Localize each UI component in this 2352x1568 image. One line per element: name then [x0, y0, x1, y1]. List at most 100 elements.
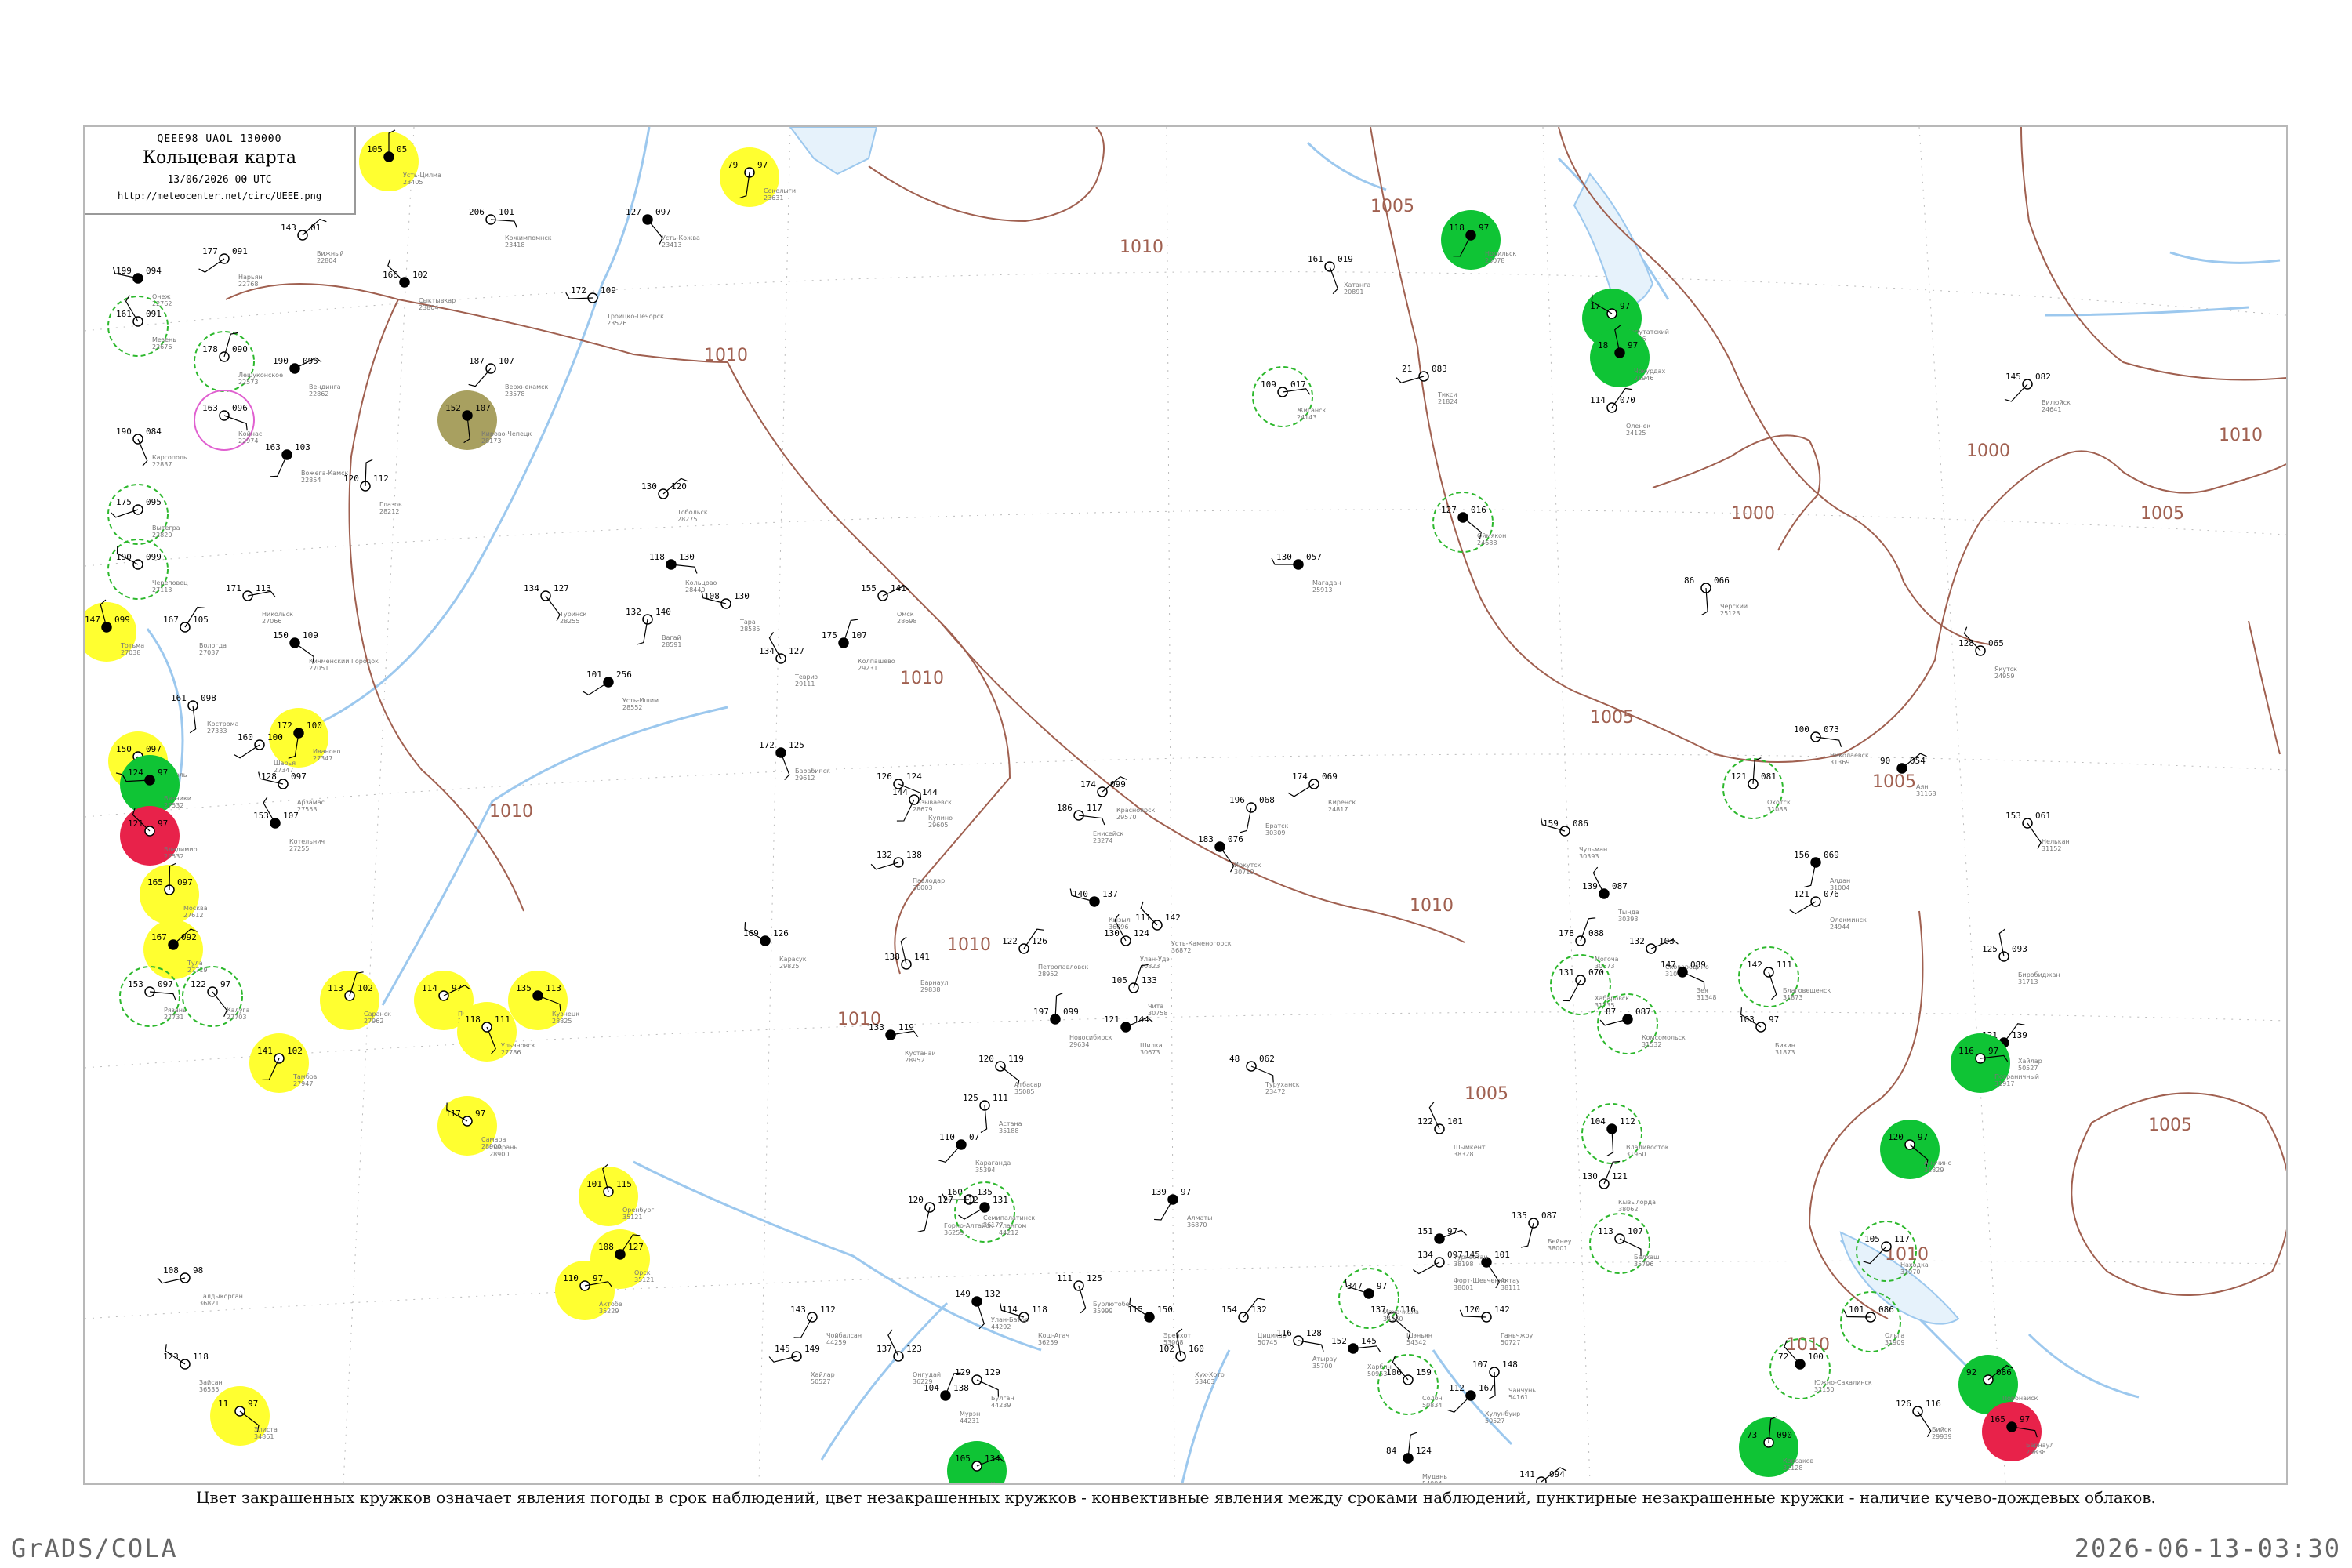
station-temperature: 130 — [1276, 552, 1292, 562]
station-pressure: 97 — [2020, 1414, 2030, 1425]
station-plot: 117 97Самара28900 — [437, 1096, 506, 1156]
station-plot: 175 107 Колпашево29231 — [822, 619, 895, 672]
station-plot: 190 095 Вендинга22862 — [273, 356, 341, 397]
station-index: 24817 — [1328, 806, 1348, 813]
station-plot: 165 97 Барнаул29838 — [1982, 1402, 2053, 1461]
station-pressure: 97 — [248, 1399, 258, 1409]
station-pressure: 103 — [295, 442, 310, 452]
station-pressure: 086 — [1996, 1367, 2012, 1377]
station-name: Ульяновск — [501, 1042, 535, 1049]
station-plot: 110 07 Караганда35394 — [938, 1132, 1011, 1174]
station-pressure: 148 — [1502, 1359, 1518, 1370]
station-name: Вагай — [662, 634, 681, 641]
station-index: 36870 — [1187, 1221, 1207, 1229]
station-index: 23274 — [1093, 837, 1112, 844]
station-temperature: 11 — [218, 1399, 228, 1409]
station-temperature: 118 — [649, 552, 665, 562]
station-pressure: 142 — [1494, 1305, 1510, 1315]
station-pressure: 131 — [993, 1195, 1008, 1205]
station-name: Улан-Удэ — [1140, 956, 1170, 963]
station-plot: 116 128 Атырау35700 — [1276, 1328, 1337, 1370]
station-pressure: 094 — [146, 266, 162, 276]
station-pressure: 127 — [789, 646, 804, 656]
station-name: Охотск — [1767, 799, 1791, 806]
station-pressure: 098 — [201, 693, 216, 703]
station-plot: 197 099 Новосибирск29634 — [1033, 992, 1112, 1048]
station-name: Нелькан — [2042, 838, 2070, 845]
station-name: Кольцово — [685, 579, 717, 586]
station-name: Арзамас — [297, 799, 325, 806]
station-index: 38111 — [1501, 1284, 1520, 1291]
station-index: 54342 — [1406, 1339, 1426, 1346]
station-index: 28212 — [379, 508, 399, 515]
station-index: 22820 — [152, 532, 172, 539]
station-temperature: 106 — [1386, 1367, 1402, 1377]
station-index: 28552 — [622, 704, 642, 711]
station-name: Карасук — [779, 956, 807, 963]
source-url[interactable]: http://meteocenter.net/circ/UEEE.png — [85, 191, 354, 201]
station-index: 27066 — [262, 618, 281, 625]
station-temperature: 108 — [704, 591, 720, 601]
station-plot: 141 102 Тамбов27947 — [249, 1033, 318, 1093]
station-name: Рязань — [164, 1007, 187, 1014]
station-temperature: 79 — [728, 160, 738, 170]
station-plot: 118 97 Норильск23078 — [1441, 210, 1516, 270]
station-temperature: 101 — [586, 670, 602, 680]
station-temperature: 175 — [822, 630, 837, 641]
station-pressure: 97 — [158, 818, 168, 829]
station-index: 28679 — [913, 806, 932, 813]
station-name: Кызылорда — [1618, 1199, 1656, 1206]
station-temperature: 144 — [892, 787, 908, 797]
station-index: 31917 — [1994, 1080, 2014, 1087]
map-caption: Цвет закрашенных кружков означает явлени… — [196, 1488, 2156, 1507]
station-temperature: 111 — [1057, 1273, 1073, 1283]
station-pressure: 099 — [1063, 1007, 1079, 1017]
station-plot: 163 103 Вожега-Камск22854 — [265, 442, 349, 484]
station-index: 44231 — [960, 1417, 979, 1425]
station-name: Вязники — [164, 795, 191, 802]
station-name: Талдыкорган — [198, 1293, 243, 1300]
station-name: Купино — [928, 815, 953, 822]
station-pressure: 97 — [452, 983, 462, 993]
station-name: Шилка — [1140, 1042, 1163, 1049]
station-pressure: 062 — [1259, 1054, 1275, 1064]
station-pressure: 107 — [283, 811, 299, 821]
station-temperature: 104 — [1590, 1116, 1606, 1127]
station-index: 31960 — [1626, 1151, 1646, 1158]
station-pressure: 083 — [1432, 364, 1447, 374]
graticule — [85, 127, 2286, 1483]
station-name: Корсаков — [1783, 1457, 1814, 1465]
station-index: 30393 — [1579, 853, 1599, 860]
station-name: Хулунбуир — [1485, 1410, 1520, 1417]
station-plot: 113 102 Саранск27962 — [320, 971, 391, 1030]
station-pressure: 138 — [906, 850, 922, 860]
station-index: 27532 — [164, 853, 183, 860]
station-temperature: 127 — [1441, 505, 1457, 515]
station-temperature: 134 — [759, 646, 775, 656]
station-plot: 145 149 Хайлар50527 — [768, 1344, 835, 1385]
station-pressure: 107 — [499, 356, 514, 366]
station-pressure: 101 — [499, 207, 514, 217]
station-name: Хайлар — [2018, 1058, 2042, 1065]
station-pressure: 149 — [804, 1344, 820, 1354]
station-name: Самара — [481, 1136, 506, 1143]
station-plot: 132 140 Вагай28591 — [626, 607, 681, 648]
station-index: 34560 — [1383, 1316, 1403, 1323]
isobar-label: 1005 — [2140, 504, 2184, 524]
station-pressure: 141 — [891, 583, 906, 593]
station-index: 31369 — [1830, 759, 1849, 766]
station-name: Бикин — [1775, 1042, 1795, 1049]
station-pressure: 082 — [2035, 372, 2051, 382]
station-plot: 161 019 Хатанга20891 — [1308, 254, 1370, 296]
station-name: Калуга — [227, 1007, 250, 1014]
station-pressure: 109 — [601, 285, 616, 296]
station-temperature: 141 — [1519, 1469, 1535, 1479]
station-plot: 135 113 Кузнецк28825 — [508, 971, 579, 1030]
station-temperature: 130 — [1582, 1171, 1598, 1181]
station-index: 30393 — [1618, 916, 1638, 923]
station-temperature: 18 — [1598, 340, 1608, 350]
station-plot: 121 97 Владимир27532 — [120, 806, 198, 866]
station-temperature: 186 — [1057, 803, 1073, 813]
station-temperature: 124 — [128, 768, 143, 778]
station-temperature: 117 — [445, 1109, 461, 1119]
